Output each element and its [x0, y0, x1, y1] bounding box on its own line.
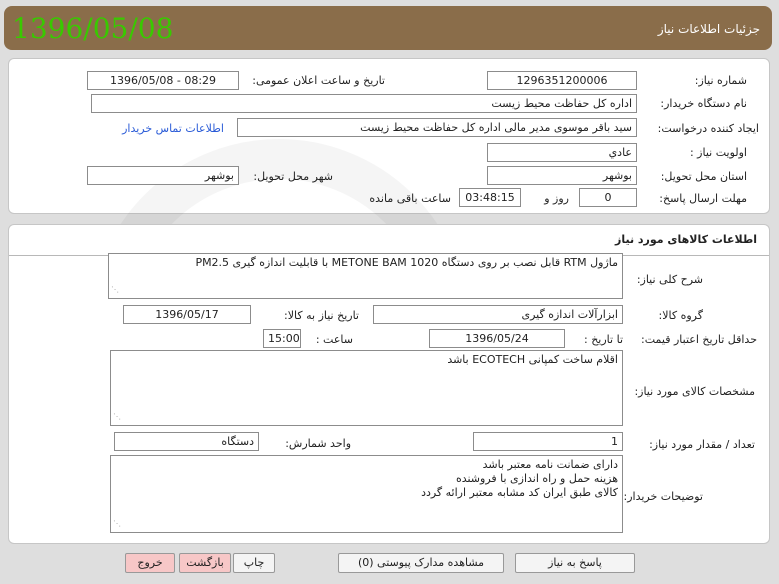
general-desc-text: ماژول RTM قابل نصب بر روی دستگاه METONE … [195, 256, 618, 269]
view-attachments-button[interactable]: مشاهده مدارک پیوستی (0) [338, 553, 504, 573]
days-unit-label: روز و [544, 192, 569, 205]
buyer-notes-field[interactable]: دارای ضمانت نامه معتبر باشد هزینه حمل و … [110, 455, 623, 533]
deadline-label: مهلت ارسال پاسخ: [659, 192, 747, 205]
goods-panel: اطلاعات کالاهای مورد نیاز شرح کلی نیاز: … [8, 224, 770, 544]
city-field[interactable]: بوشهر [87, 166, 239, 185]
province-field[interactable]: بوشهر [487, 166, 637, 185]
time-left-label: ساعت باقی مانده [369, 192, 451, 205]
page-header: جزئیات اطلاعات نیاز 1396/05/08 [4, 6, 772, 50]
resize-grip-icon[interactable]: ⋰ [113, 517, 121, 531]
priority-field[interactable]: عادي [487, 143, 637, 162]
specs-text: اقلام ساخت کمپانی ECOTECH باشد [447, 353, 618, 366]
need-info-panel: شماره نیاز: 1296351200006 تاریخ و ساعت ا… [8, 58, 770, 519]
creator-field[interactable]: سید باقر موسوی مدیر مالی اداره کل حفاظت … [237, 118, 637, 137]
resize-grip-icon[interactable]: ⋰ [111, 283, 119, 297]
creator-label: ایجاد کننده درخواست: [657, 122, 759, 135]
page-title: جزئیات اطلاعات نیاز [657, 22, 760, 36]
unit-label: واحد شمارش: [285, 437, 351, 450]
province-label: استان محل تحویل: [660, 170, 747, 183]
buyer-org-field[interactable]: اداره کل حفاظت محیط زیست [91, 94, 637, 113]
until-date-field[interactable]: 1396/05/24 [429, 329, 565, 348]
hour-label: ساعت : [315, 333, 353, 346]
need-date-field[interactable]: 1396/05/17 [123, 305, 251, 324]
need-number-label: شماره نیاز: [694, 74, 747, 87]
header-date: 1396/05/08 [12, 12, 174, 45]
priority-label: اولویت نیاز : [689, 146, 747, 159]
specs-label: مشخصات کالای مورد نیاز: [634, 385, 755, 398]
reply-to-need-button[interactable]: پاسخ به نیاز [515, 553, 635, 573]
need-date-label: تاریخ نیاز به کالا: [284, 309, 359, 322]
buyer-note-line: کالای طبق ایران کد مشابه معتبر ارائه گرد… [421, 486, 618, 499]
buyer-note-line: هزینه حمل و راه اندازی با فروشنده [455, 472, 618, 485]
quantity-field[interactable]: 1 [473, 432, 623, 451]
resize-grip-icon[interactable]: ⋰ [113, 410, 121, 424]
buyer-notes-label: توضیحات خریدار: [623, 490, 704, 503]
city-label: شهر محل تحویل: [253, 170, 333, 183]
general-desc-field[interactable]: ماژول RTM قابل نصب بر روی دستگاه METONE … [108, 253, 623, 299]
hour-field[interactable]: 15:00 [263, 329, 301, 348]
unit-field[interactable]: دستگاه [114, 432, 259, 451]
need-number-field[interactable]: 1296351200006 [487, 71, 637, 90]
buyer-org-label: نام دستگاه خریدار: [660, 97, 747, 110]
exit-button[interactable]: خروج [125, 553, 175, 573]
goods-section-title: اطلاعات کالاهای مورد نیاز [615, 233, 757, 246]
announce-datetime-field[interactable]: 1396/05/08 - 08:29 [87, 71, 239, 90]
general-desc-label: شرح کلی نیاز: [636, 273, 703, 286]
announce-datetime-label: تاریخ و ساعت اعلان عمومی: [252, 74, 385, 87]
quantity-label: تعداد / مقدار مورد نیاز: [649, 438, 755, 451]
min-price-validity-label: حداقل تاریخ اعتبار قیمت: [641, 333, 757, 346]
goods-group-field[interactable]: ابزارآلات اندازه گیری [373, 305, 623, 324]
back-button[interactable]: بازگشت [179, 553, 231, 573]
buyer-contact-link[interactable]: اطلاعات تماس خریدار [122, 122, 224, 135]
days-field[interactable]: 0 [579, 188, 637, 207]
buyer-note-line: دارای ضمانت نامه معتبر باشد [482, 458, 618, 471]
until-date-label: تا تاریخ : [584, 333, 623, 346]
goods-group-label: گروه کالا: [658, 309, 703, 322]
specs-field[interactable]: اقلام ساخت کمپانی ECOTECH باشد ⋰ [110, 350, 623, 426]
time-left-field[interactable]: 03:48:15 [459, 188, 521, 207]
print-button[interactable]: چاپ [233, 553, 275, 573]
